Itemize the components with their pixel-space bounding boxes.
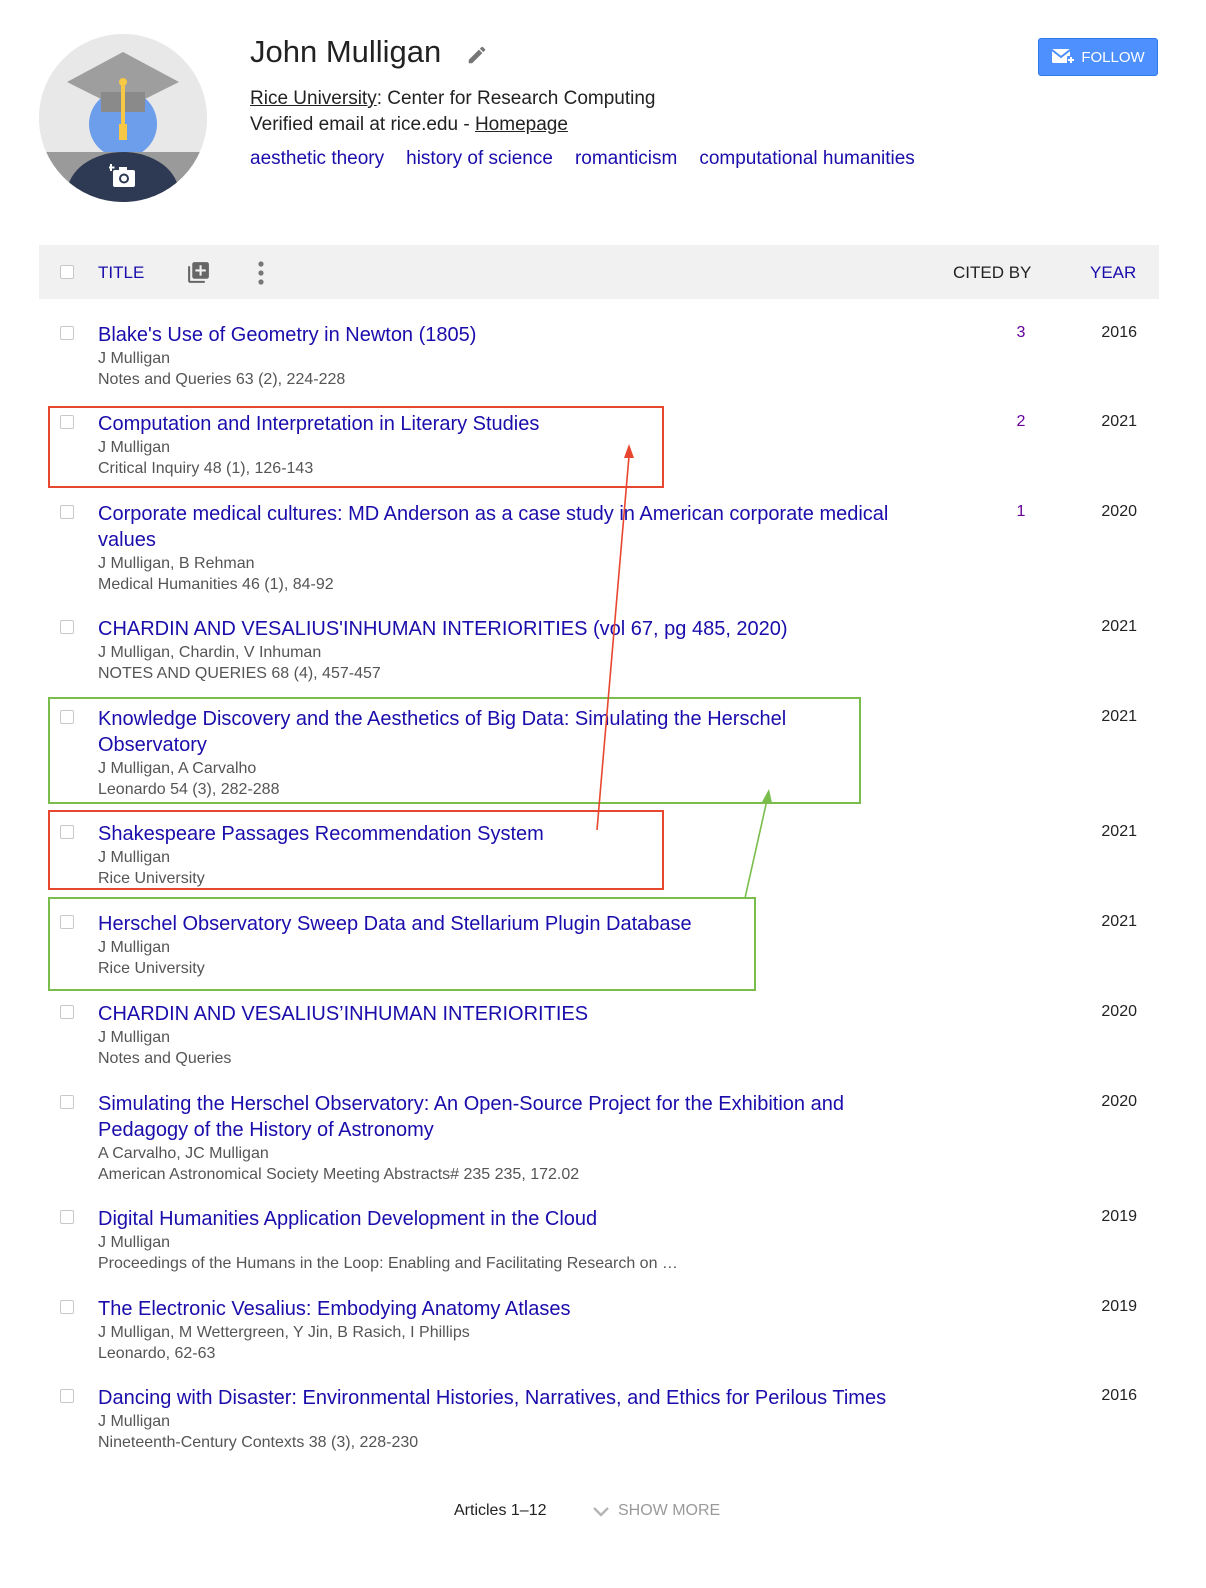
chevron-down-icon: [593, 1507, 609, 1517]
affiliation-link[interactable]: Rice University: [250, 88, 377, 109]
article-venue: Nineteenth-Century Contexts 38 (3), 228-…: [98, 1434, 419, 1451]
follow-label: FOLLOW: [1081, 48, 1145, 66]
article-authors: A Carvalho, JC Mulligan: [98, 1145, 269, 1162]
article-venue: NOTES AND QUERIES 68 (4), 457-457: [98, 665, 381, 682]
article-year: 2019: [1101, 1298, 1137, 1315]
annotation-box-green: [48, 897, 756, 991]
article-year: 2016: [1101, 324, 1137, 341]
article-title[interactable]: Blake's Use of Geometry in Newton (1805): [98, 324, 476, 346]
article-authors: J Mulligan: [98, 1029, 171, 1046]
show-more-button[interactable]: SHOW MORE: [592, 1502, 720, 1520]
cited-by-count[interactable]: 3: [1009, 324, 1033, 342]
article-authors: J Mulligan: [98, 1413, 171, 1430]
follow-button[interactable]: FOLLOW: [1038, 38, 1158, 76]
article-authors: J Mulligan, M Wettergreen, Y Jin, B Rasi…: [98, 1324, 470, 1341]
article-checkbox[interactable]: [60, 1300, 74, 1314]
profile-name: John Mulligan: [250, 34, 442, 69]
verified-email: Verified email at rice.edu - Homepage: [250, 114, 568, 136]
add-photo-icon[interactable]: [109, 162, 139, 190]
article-title[interactable]: Corporate medical cultures: MD Anderson …: [98, 503, 888, 551]
show-more-label: SHOW MORE: [618, 1502, 721, 1519]
article-authors: J Mulligan: [98, 1234, 171, 1251]
year-column-header[interactable]: YEAR: [1090, 263, 1136, 283]
article-authors: J Mulligan, B Rehman: [98, 555, 255, 572]
edit-pencil-icon[interactable]: [466, 44, 488, 66]
cited-by-column-header[interactable]: CITED BY: [953, 263, 1031, 283]
article-title[interactable]: Digital Humanities Application Developme…: [98, 1208, 597, 1230]
article-title[interactable]: CHARDIN AND VESALIUS’INHUMAN INTERIORITI…: [98, 1003, 588, 1025]
article-title[interactable]: CHARDIN AND VESALIUS'INHUMAN INTERIORITI…: [98, 618, 788, 640]
profile-avatar[interactable]: [39, 34, 207, 202]
annotation-box-red: [48, 406, 664, 488]
interest-link[interactable]: computational humanities: [699, 148, 914, 170]
research-interests: aesthetic theory history of science roma…: [250, 148, 915, 170]
article-venue: Proceedings of the Humans in the Loop: E…: [98, 1255, 678, 1272]
annotation-box-red: [48, 810, 664, 890]
article-year: 2016: [1101, 1387, 1137, 1404]
article-checkbox[interactable]: [60, 326, 74, 340]
more-options-icon[interactable]: [257, 260, 265, 286]
article-year: 2021: [1101, 708, 1137, 725]
article-year: 2021: [1101, 618, 1137, 635]
article-venue: Notes and Queries: [98, 1050, 232, 1067]
affiliation: Rice University: Center for Research Com…: [250, 88, 656, 110]
article-year: 2020: [1101, 503, 1137, 520]
article-authors: J Mulligan, Chardin, V Inhuman: [98, 644, 322, 661]
article-venue: Notes and Queries 63 (2), 224-228: [98, 371, 346, 388]
homepage-link[interactable]: Homepage: [475, 114, 568, 135]
article-checkbox[interactable]: [60, 1005, 74, 1019]
article-year: 2021: [1101, 413, 1137, 430]
articles-range: Articles 1–12: [454, 1502, 547, 1519]
interest-link[interactable]: history of science: [406, 148, 553, 170]
article-venue: American Astronomical Society Meeting Ab…: [98, 1166, 580, 1183]
cited-by-count[interactable]: 2: [1009, 413, 1033, 431]
article-checkbox[interactable]: [60, 1389, 74, 1403]
add-article-icon[interactable]: [186, 260, 211, 285]
article-title[interactable]: Simulating the Herschel Observatory: An …: [98, 1093, 844, 1141]
article-venue: Leonardo, 62-63: [98, 1345, 216, 1362]
article-checkbox[interactable]: [60, 505, 74, 519]
annotation-box-green: [48, 697, 861, 804]
article-title[interactable]: Dancing with Disaster: Environmental His…: [98, 1387, 886, 1409]
article-checkbox[interactable]: [60, 1210, 74, 1224]
article-year: 2020: [1101, 1093, 1137, 1110]
affiliation-detail: : Center for Research Computing: [376, 88, 656, 109]
interest-link[interactable]: aesthetic theory: [250, 148, 384, 170]
article-authors: J Mulligan: [98, 350, 171, 367]
email-text: Verified email at rice.edu -: [250, 114, 475, 135]
article-venue: Medical Humanities 46 (1), 84-92: [98, 576, 334, 593]
article-title[interactable]: The Electronic Vesalius: Embodying Anato…: [98, 1298, 570, 1320]
articles-table-header: TITLE CITED BY YEAR: [39, 245, 1159, 299]
article-year: 2020: [1101, 1003, 1137, 1020]
article-checkbox[interactable]: [60, 620, 74, 634]
interest-link[interactable]: romanticism: [575, 148, 677, 170]
mail-follow-icon: [1051, 49, 1076, 64]
cited-by-count[interactable]: 1: [1009, 503, 1033, 521]
title-column-header[interactable]: TITLE: [98, 263, 144, 283]
article-checkbox[interactable]: [60, 1095, 74, 1109]
select-all-checkbox[interactable]: [60, 265, 74, 279]
article-year: 2019: [1101, 1208, 1137, 1225]
article-year: 2021: [1101, 823, 1137, 840]
article-year: 2021: [1101, 913, 1137, 930]
